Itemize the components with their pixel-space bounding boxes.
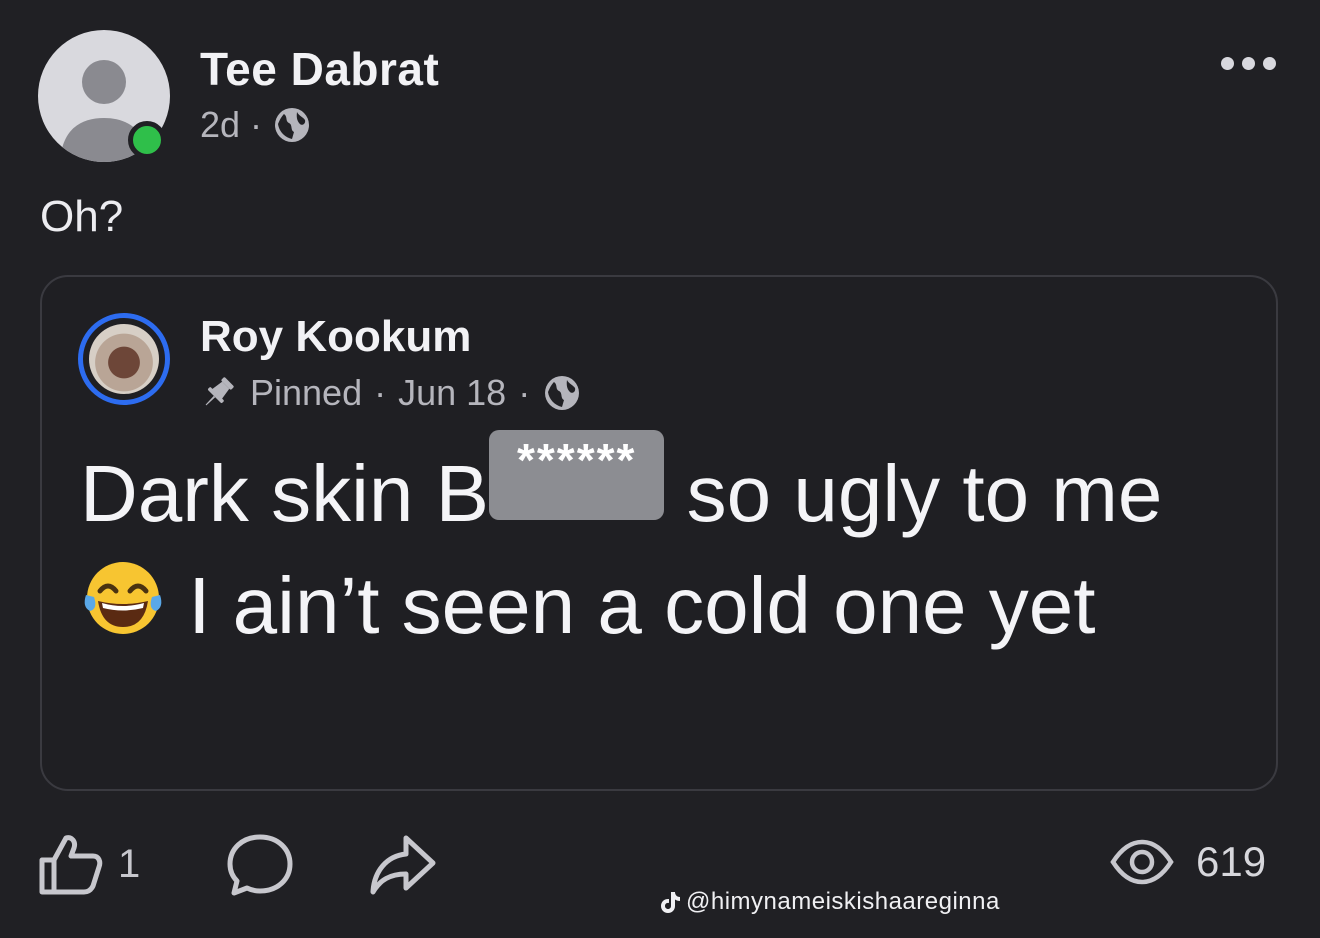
quoted-post-meta: Pinned · Jun 18 · bbox=[198, 372, 582, 414]
share-button[interactable] bbox=[368, 832, 438, 903]
quoted-text-part3: I ain’t seen a cold one yet bbox=[166, 561, 1096, 650]
comment-icon bbox=[227, 834, 293, 896]
post-author-name[interactable]: Tee Dabrat bbox=[200, 42, 439, 96]
tiktok-watermark: @himynameiskishaareginna bbox=[660, 888, 1000, 916]
quoted-post-text: Dark skin B ****** so ugly to me I ain’t … bbox=[80, 430, 1250, 662]
more-icon bbox=[1220, 56, 1234, 70]
censor-overlay: ****** bbox=[488, 430, 665, 520]
pinned-label: Pinned bbox=[250, 372, 363, 413]
like-icon bbox=[39, 835, 103, 895]
meta-separator: · bbox=[374, 372, 387, 413]
share-icon bbox=[370, 835, 436, 895]
view-count-display: 619 bbox=[1110, 838, 1266, 886]
quoted-post-date[interactable]: Jun 18 bbox=[398, 372, 506, 414]
eye-icon bbox=[1110, 839, 1174, 885]
pin-icon bbox=[205, 377, 234, 406]
quoted-text-part2: so ugly to me bbox=[664, 449, 1163, 538]
like-count: 1 bbox=[118, 841, 141, 886]
post-meta: 2d · bbox=[200, 104, 312, 146]
view-count: 619 bbox=[1196, 838, 1267, 885]
globe-icon bbox=[545, 376, 580, 410]
meta-separator: · bbox=[250, 104, 263, 145]
more-options-button[interactable] bbox=[1216, 48, 1280, 78]
post-text: Oh? bbox=[40, 192, 124, 241]
quoted-author-avatar[interactable] bbox=[78, 313, 170, 405]
like-button[interactable]: 1 bbox=[38, 832, 140, 896]
face-with-tears-of-joy-icon bbox=[84, 562, 162, 634]
globe-icon bbox=[275, 108, 310, 142]
watermark-handle: @himynameiskishaareginna bbox=[686, 888, 1000, 915]
quoted-author-name[interactable]: Roy Kookum bbox=[200, 312, 471, 362]
comment-button[interactable] bbox=[226, 832, 294, 903]
quoted-text-part1: Dark skin B bbox=[80, 449, 489, 538]
tiktok-icon bbox=[661, 892, 680, 913]
online-status-indicator bbox=[128, 121, 166, 159]
post-time[interactable]: 2d bbox=[200, 104, 240, 146]
meta-separator: · bbox=[518, 372, 531, 413]
avatar-photo bbox=[89, 324, 159, 394]
